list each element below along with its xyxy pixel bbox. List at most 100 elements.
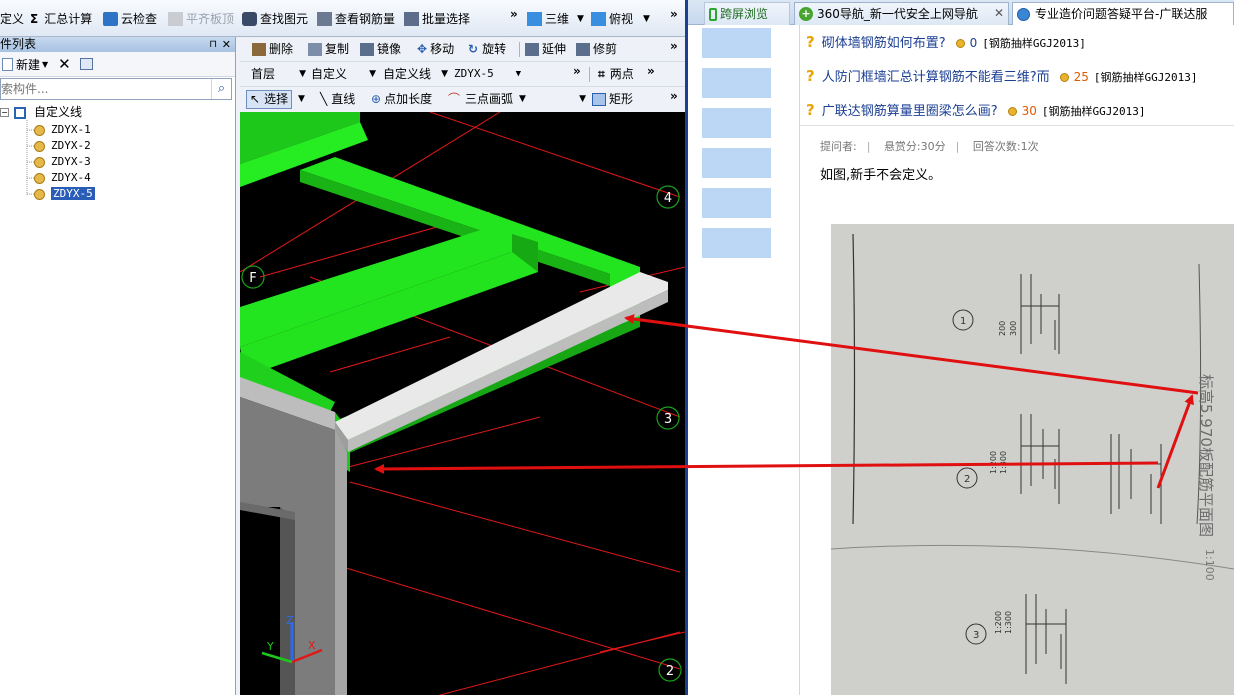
layer-toolbar: 首层 ▼ 自定义 ▼ 自定义线 ▼ ZDYX-5 ▼ » ⌗ 两点 »: [240, 62, 685, 87]
two-points-icon: ⌗: [598, 67, 605, 81]
question-meta: 提问者: | 悬赏分:30分 | 回答次数:1次: [820, 140, 1039, 153]
attached-drawing-photo[interactable]: 1 2 3 200 300 1:200 1:300 1:200 1:300 标高…: [831, 224, 1234, 695]
side-block[interactable]: [702, 228, 771, 258]
copy-icon: [308, 43, 322, 56]
plus-globe-icon: +: [799, 7, 813, 21]
tree-item-selected[interactable]: ZDYX-5: [34, 186, 95, 202]
question-body: 如图,新手不会定义。: [820, 168, 942, 183]
new-icon: [2, 57, 13, 71]
tab-360-nav[interactable]: +360导航_新一代安全上网导航 ✕: [794, 2, 1009, 25]
move-icon: ✥: [417, 42, 428, 56]
chevron-down-icon: ▼: [579, 94, 586, 104]
find-element-button[interactable]: 查找图元: [242, 9, 308, 29]
delete-button[interactable]: 删除: [252, 40, 293, 59]
mirror-button[interactable]: 镜像: [360, 40, 401, 59]
sigma-icon: Σ: [30, 12, 39, 26]
chevron-down-icon: ▼: [298, 94, 305, 104]
toolbar-overflow-icon[interactable]: »: [647, 64, 655, 78]
delete-icon[interactable]: ✕: [58, 55, 71, 73]
floor-select[interactable]: 首层 ▼: [242, 65, 306, 83]
close-tab-icon[interactable]: ✕: [994, 3, 1004, 24]
extend-icon: [525, 43, 539, 56]
side-block[interactable]: [702, 68, 771, 98]
page-side-column: [702, 28, 771, 268]
select-button[interactable]: ↖ 选择: [246, 90, 293, 109]
rectangle-button[interactable]: 矩形: [592, 90, 633, 109]
search-icon[interactable]: ⌕: [211, 79, 231, 99]
view-3d-dropdown[interactable]: 三维 ▼: [527, 9, 584, 29]
close-icon[interactable]: ✕: [222, 37, 231, 52]
copy-icon[interactable]: [79, 58, 93, 70]
3d-scene: 4 F 3 E 2: [240, 112, 685, 695]
move-button[interactable]: ✥ 移动: [417, 40, 454, 59]
tree-item[interactable]: ZDYX-2: [34, 138, 91, 154]
search-input[interactable]: [1, 79, 211, 99]
rotate-button[interactable]: ↻ 旋转: [468, 40, 506, 59]
browser-tab-bar: 跨屏浏览 +360导航_新一代安全上网导航 ✕ 专业造价问题答疑平台-广联达服: [688, 0, 1234, 25]
three-point-arc-button[interactable]: ⌒ 三点画弧 ▼: [448, 90, 526, 109]
eraser-icon: [252, 43, 266, 56]
category-select[interactable]: 自定义 ▼: [302, 65, 376, 83]
cursor-icon: ↖: [250, 92, 261, 106]
view-top-dropdown[interactable]: 俯视 ▼: [591, 9, 650, 29]
type-select[interactable]: 自定义线 ▼: [374, 65, 448, 83]
two-points-button[interactable]: ⌗ 两点: [598, 65, 634, 84]
drawing-toolbars: 删除 复制 镜像 ✥ 移动 ↻ 旋转 延伸 修剪 » 首层 ▼ 自定义 ▼ 自定义线 ▼ …: [240, 37, 685, 112]
question-item[interactable]: ? 砌体墙钢筋如何布置? 0 [钢筋抽样GGJ2013]: [806, 32, 1086, 52]
svg-text:1:200: 1:200: [989, 451, 998, 474]
trim-button[interactable]: 修剪: [576, 40, 617, 59]
tree-item[interactable]: ZDYX-4: [34, 170, 91, 186]
batch-select-button[interactable]: 批量选择: [404, 9, 470, 29]
component-select[interactable]: ZDYX-5 ▼: [445, 65, 521, 83]
define-button[interactable]: 定义: [0, 9, 24, 29]
new-dropdown[interactable]: 新建 ▼: [2, 56, 48, 73]
toolbar-overflow-icon[interactable]: »: [573, 64, 581, 78]
chevron-down-icon: ▼: [643, 14, 650, 24]
gld-app-window: 定义 Σ 汇总计算 云检查 平齐板顶 查找图元 查看钢筋量 批量选择 » 三维 ▼ …: [0, 0, 685, 695]
svg-text:Z: Z: [286, 614, 294, 627]
coin-icon: [1007, 107, 1017, 116]
question-item[interactable]: ? 广联达钢筋算量里圈梁怎么画? 30 [钢筋抽样GGJ2013]: [806, 100, 1146, 120]
rectangle-icon: [592, 93, 606, 106]
point-length-icon: ⊕: [371, 92, 382, 106]
toolbar-overflow-icon[interactable]: »: [670, 89, 678, 103]
tree-item[interactable]: ZDYX-3: [34, 154, 91, 170]
tree-item[interactable]: ZDYX-1: [34, 122, 91, 138]
drawing-title: 标高5.970板配筋平面图: [1197, 374, 1215, 537]
side-block[interactable]: [702, 188, 771, 218]
svg-text:1: 1: [960, 316, 966, 327]
mirror-icon: [360, 43, 374, 56]
extend-button[interactable]: 延伸: [525, 40, 566, 59]
select-dropdown[interactable]: ▼: [298, 90, 305, 109]
drawing-sketch: 1 2 3 200 300 1:200 1:300 1:200 1:300 标高…: [831, 224, 1234, 695]
copy-button[interactable]: 复制: [308, 40, 349, 59]
question-icon: ?: [806, 67, 815, 85]
level-slab-button[interactable]: 平齐板顶: [168, 9, 234, 29]
toolbar-overflow-icon[interactable]: »: [670, 39, 678, 53]
question-icon: ?: [806, 101, 815, 119]
question-item[interactable]: ? 人防门框墙汇总计算钢筋不能看三维?而 25 [钢筋抽样GGJ2013]: [806, 66, 1198, 86]
svg-text:200: 200: [998, 321, 1007, 336]
line-button[interactable]: ╲ 直线: [320, 90, 355, 109]
phone-icon: [709, 7, 717, 21]
browser-window: 跨屏浏览 +360导航_新一代安全上网导航 ✕ 专业造价问题答疑平台-广联达服 ?…: [688, 0, 1234, 695]
view-rebar-button[interactable]: 查看钢筋量: [317, 9, 395, 29]
svg-text:3: 3: [973, 630, 979, 641]
side-block[interactable]: [702, 108, 771, 138]
coin-icon: [1059, 73, 1069, 82]
tab-cross-screen[interactable]: 跨屏浏览: [704, 2, 790, 25]
arc-option-select[interactable]: ▼: [532, 90, 586, 108]
pin-icon[interactable]: ⊓: [209, 37, 217, 52]
edit-toolbar: 删除 复制 镜像 ✥ 移动 ↻ 旋转 延伸 修剪 »: [240, 37, 685, 62]
top-view-icon: [591, 12, 606, 26]
cloud-check-button[interactable]: 云检查: [103, 9, 157, 29]
side-block[interactable]: [702, 148, 771, 178]
summary-calc-button[interactable]: Σ 汇总计算: [30, 9, 92, 29]
toolbar-overflow-icon[interactable]: »: [510, 7, 518, 21]
point-length-button[interactable]: ⊕ 点加长度: [371, 90, 432, 109]
3d-viewport[interactable]: 4 F 3 E 2: [240, 112, 685, 695]
side-block[interactable]: [702, 28, 771, 58]
chevron-down-icon: ▼: [515, 69, 521, 79]
tab-glodon-qa[interactable]: 专业造价问题答疑平台-广联达服: [1012, 2, 1234, 25]
toolbar-overflow-icon[interactable]: »: [670, 7, 678, 21]
